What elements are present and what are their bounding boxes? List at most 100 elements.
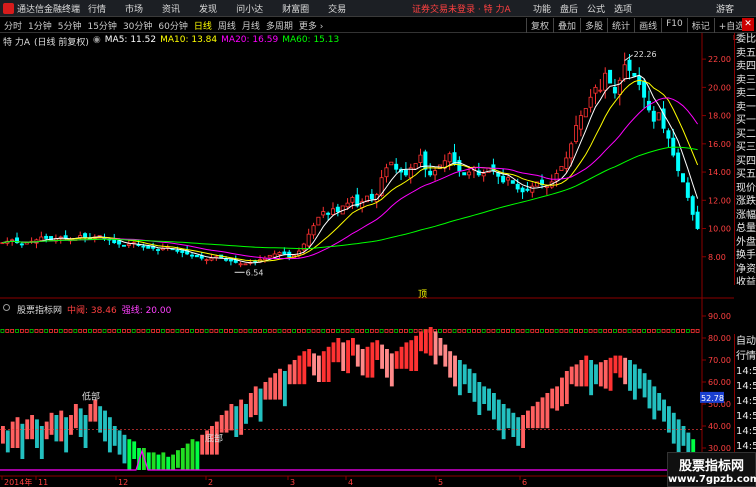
candle-body (413, 163, 418, 170)
threshold-dot (24, 328, 29, 333)
candle-body (578, 115, 583, 130)
login-notice[interactable]: 证券交易未登录 ‧ 特 力A (412, 2, 511, 15)
close-icon[interactable]: ✕ (742, 18, 754, 31)
indicator-bar (496, 399, 501, 431)
indicator-bar (657, 393, 662, 411)
threshold-dot (287, 328, 292, 333)
indicator-bar (404, 342, 409, 369)
indicator-bar (54, 415, 59, 442)
indicator-settings-icon[interactable] (3, 303, 12, 316)
menu-item-1[interactable]: 市场 (125, 2, 143, 15)
indicator-bar (39, 426, 44, 459)
threshold-dot (481, 328, 486, 333)
right-menu-item-1[interactable]: 盘后 (560, 2, 578, 15)
chart-area[interactable]: 22.00 20.00 18.00 16.00 14.00 12.00 10.00 8.00 2… (0, 31, 734, 487)
menu-item-3[interactable]: 发现 (199, 2, 217, 15)
right-menu-item-2[interactable]: 公式 (587, 2, 605, 15)
candle-body (155, 249, 160, 251)
indicator-bar (647, 379, 652, 409)
indicator-bar (103, 410, 107, 442)
threshold-dot (462, 328, 467, 333)
candle-body (311, 225, 316, 236)
threshold-dot (160, 328, 165, 333)
quote-label-9: 买四 (736, 155, 756, 167)
threshold-dot (306, 328, 311, 333)
right-menu-item-0[interactable]: 功能 (533, 2, 551, 15)
threshold-dot (78, 328, 83, 333)
indicator-bar (453, 355, 457, 387)
threshold-dot (603, 328, 608, 333)
indicator-bar (613, 355, 618, 374)
threshold-dot (457, 328, 462, 333)
indicator-bar (83, 415, 88, 448)
threshold-dot (695, 328, 700, 333)
indicator-bar (477, 382, 482, 415)
threshold-dot (384, 328, 389, 333)
indicator-bar (229, 404, 234, 431)
indicator-bar (312, 353, 316, 376)
indicator-bar (375, 340, 380, 360)
indicator-bar (501, 404, 506, 440)
threshold-dot (365, 328, 369, 333)
indicator-bar (540, 397, 545, 429)
candle-body (622, 64, 627, 80)
threshold-dot (350, 328, 355, 333)
menu-item-5[interactable]: 财富圈 (282, 2, 309, 15)
threshold-dot (617, 328, 622, 333)
indicator-bar (185, 443, 190, 470)
indicator-bar (263, 382, 268, 400)
threshold-dot (622, 328, 627, 333)
indicator-bar (438, 338, 443, 356)
threshold-dot (199, 328, 204, 333)
candle-body (209, 257, 214, 261)
quote-label-14: 总量 (736, 223, 756, 234)
candle-body (593, 86, 598, 94)
threshold-dot (404, 328, 408, 333)
threshold-dot (117, 328, 121, 333)
guest-label[interactable]: 游客 (716, 2, 734, 15)
indicator-bar (248, 393, 253, 418)
candle-body (520, 187, 525, 193)
right-menu-item-3[interactable]: 选项 (614, 2, 632, 15)
indicator-bar (88, 404, 93, 422)
threshold-dot (355, 328, 360, 333)
menu-item-2[interactable]: 资讯 (162, 2, 180, 15)
indicator-bar (598, 362, 603, 387)
candle-body (10, 239, 15, 242)
threshold-dot (588, 328, 593, 333)
threshold-dot (126, 328, 131, 333)
threshold-dot (258, 328, 262, 333)
candle-body (44, 235, 49, 239)
indicator-bar (448, 351, 453, 378)
threshold-dot (238, 328, 243, 333)
indicator-bar (365, 346, 370, 378)
menu-item-0[interactable]: 行情 (88, 2, 106, 15)
ind-tick-label: 80.00 (708, 334, 731, 343)
threshold-dot (209, 328, 214, 333)
threshold-dot (637, 328, 642, 333)
app-name: 通达信金融终端 (17, 5, 81, 15)
menu-item-4[interactable]: 问小达 (236, 2, 263, 15)
threshold-dot (141, 328, 146, 333)
threshold-dot (491, 328, 496, 333)
tick-label-2: 14:56 (736, 366, 756, 377)
threshold-dot (549, 328, 554, 333)
indicator-bar (433, 331, 438, 365)
threshold-dot (554, 328, 559, 333)
candle-body (530, 185, 535, 193)
threshold-dot (331, 328, 335, 333)
price-tick-label: 12.00 (708, 196, 731, 205)
candle-body (282, 251, 287, 255)
threshold-dot (54, 328, 58, 333)
candle-body (321, 211, 326, 216)
threshold-dot (131, 328, 136, 333)
menu-item-6[interactable]: 交易 (328, 2, 346, 15)
threshold-dot (340, 328, 345, 333)
candle-body (666, 130, 671, 139)
watermark: 股票指标网 www.7gpzb.com (667, 452, 756, 487)
threshold-dot (676, 328, 681, 333)
threshold-dot (564, 328, 569, 333)
threshold-dot (360, 328, 365, 333)
quote-label-12: 涨跌 (736, 196, 756, 207)
threshold-dot (233, 328, 238, 333)
